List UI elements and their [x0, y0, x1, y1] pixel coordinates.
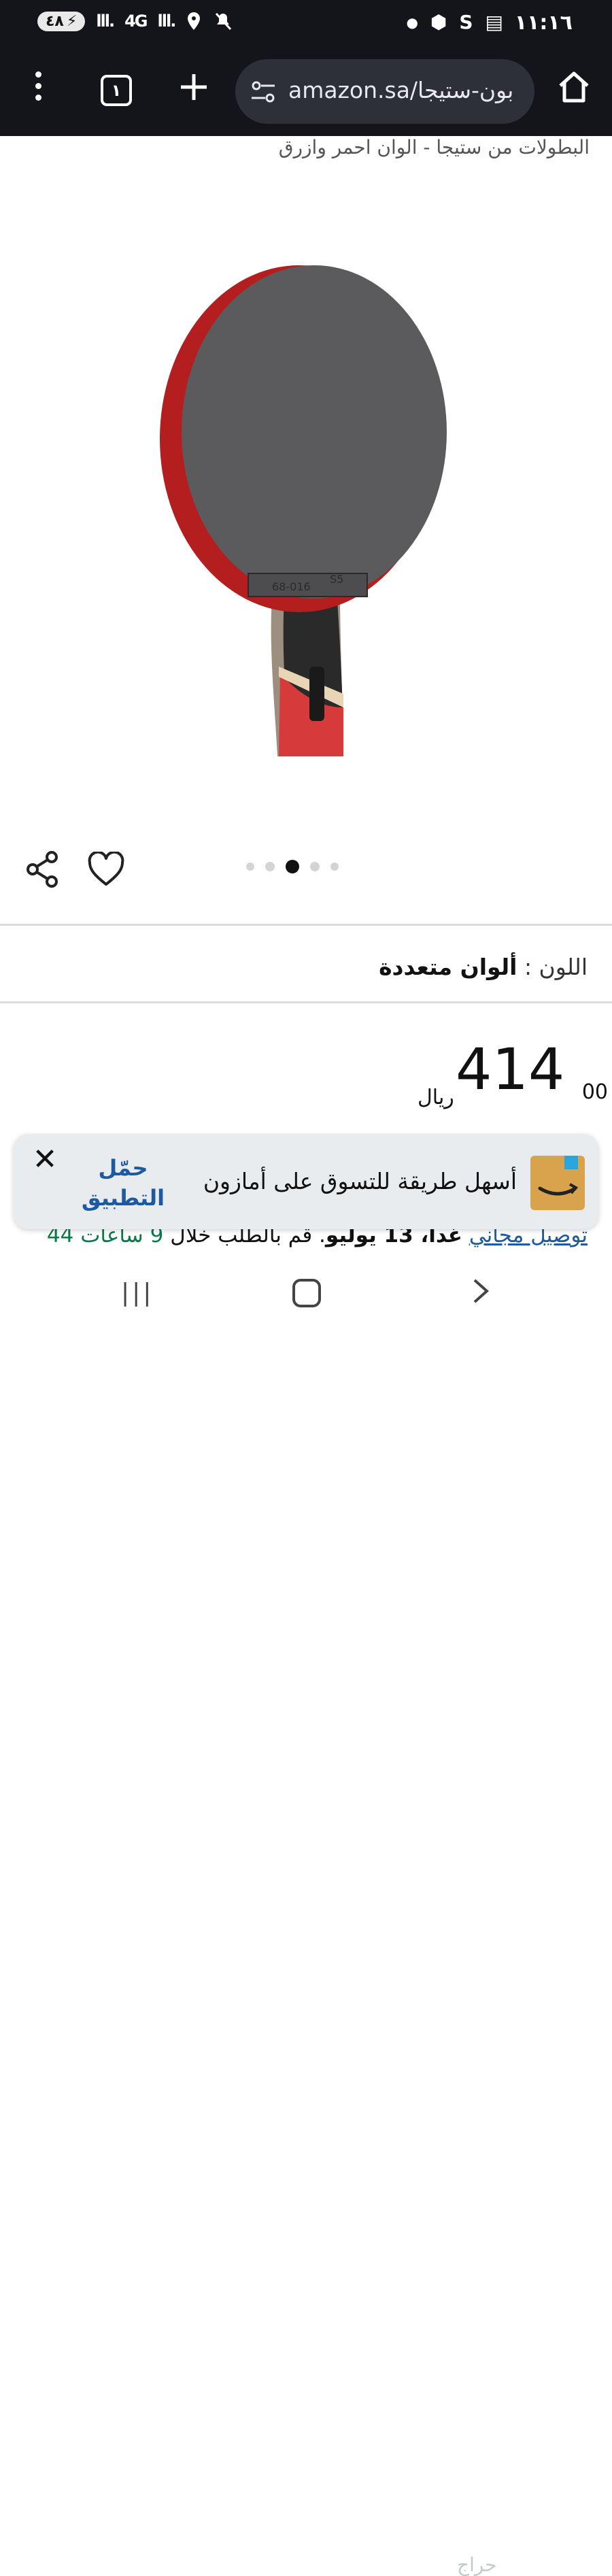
heart-icon[interactable] — [87, 852, 125, 887]
tab-switcher-button[interactable]: ١ — [101, 75, 132, 106]
menu-dot-icon — [35, 71, 41, 78]
recent-apps-icon[interactable]: ||| — [121, 1279, 154, 1307]
color-value: ألوان متعددة — [379, 954, 517, 980]
battery-indicator: ٤٨ ⚡ — [37, 11, 86, 31]
home-icon[interactable] — [556, 69, 592, 105]
share-icon[interactable] — [24, 850, 60, 888]
download-app-line1: حمّل — [98, 1155, 148, 1181]
svg-text:S5: S5 — [330, 573, 343, 586]
menu-button[interactable] — [33, 71, 44, 103]
color-label: اللون : — [524, 954, 588, 980]
address-bar[interactable]: amazon.sa/بون-ستيجا — [235, 59, 534, 124]
carousel-dot[interactable] — [265, 862, 275, 871]
product-image[interactable]: 68-016 S5 — [0, 170, 612, 769]
close-banner-button[interactable]: ✕ — [31, 1145, 58, 1175]
network-type: 4G — [124, 12, 148, 31]
banner-message: أسهل طريقة للتسوق على أمازون — [203, 1168, 517, 1194]
price-fraction: 00 — [581, 1080, 608, 1104]
menu-dot-icon — [35, 95, 41, 101]
svg-text:68-016: 68-016 — [272, 580, 311, 593]
clock: ١١:١٦ — [514, 11, 573, 35]
color-selection: اللون : ألوان متعددة — [379, 954, 588, 980]
price-currency: ريال — [418, 1086, 454, 1109]
table-tennis-paddle-image: 68-016 S5 — [160, 265, 447, 756]
divider — [0, 1001, 612, 1003]
carousel-dot[interactable] — [330, 863, 339, 871]
product-title: البطولات من ستيجا - الوان احمر وازرق — [278, 136, 590, 158]
calendar-icon: ▤ — [485, 11, 503, 33]
package-icon: ⬢ — [430, 11, 447, 33]
charging-icon: ⚡ — [66, 12, 78, 30]
site-settings-icon[interactable] — [250, 80, 276, 104]
status-bar: ٤٨ ⚡ lll. 4G lll. ● ⬢ S ▤ ١١:١٦ — [0, 0, 612, 51]
amazon-app-icon-corner — [564, 1156, 578, 1169]
battery-level: ٤٨ — [46, 12, 64, 30]
download-app-line2: التطبيق — [81, 1185, 165, 1211]
price-integer: 414 — [456, 1036, 565, 1103]
new-tab-button[interactable] — [178, 71, 209, 103]
amazon-app-icon — [530, 1156, 585, 1210]
status-left: ٤٨ ⚡ lll. 4G lll. — [37, 11, 233, 31]
menu-dot-icon — [35, 83, 41, 89]
back-nav-icon[interactable] — [465, 1276, 495, 1306]
system-navigation-bar: ||| حراج — [0, 1265, 612, 2576]
watermark: حراج — [457, 2554, 497, 2576]
signal-icon-2: lll. — [157, 12, 177, 31]
url-text[interactable]: amazon.sa/بون-ستيجا — [288, 77, 526, 103]
carousel-dot[interactable] — [246, 863, 254, 871]
browser-toolbar: ١ amazon.sa/بون-ستيجا — [0, 51, 612, 136]
dot-icon: ● — [406, 14, 418, 31]
carousel-dot[interactable] — [286, 860, 299, 873]
download-app-button[interactable]: حمّل التطبيق — [79, 1153, 167, 1213]
carousel-dot[interactable] — [310, 862, 320, 871]
s-app-icon: S — [459, 11, 473, 33]
home-nav-icon[interactable] — [292, 1279, 321, 1307]
status-right-icons: ● ⬢ S ▤ — [406, 11, 503, 33]
divider — [0, 924, 612, 926]
mute-icon — [216, 12, 232, 31]
image-carousel-dots[interactable] — [246, 860, 339, 873]
app-install-banner: ✕ حمّل التطبيق أسهل طريقة للتسوق على أما… — [14, 1134, 598, 1229]
signal-icon: lll. — [96, 12, 115, 31]
location-icon — [188, 12, 201, 30]
